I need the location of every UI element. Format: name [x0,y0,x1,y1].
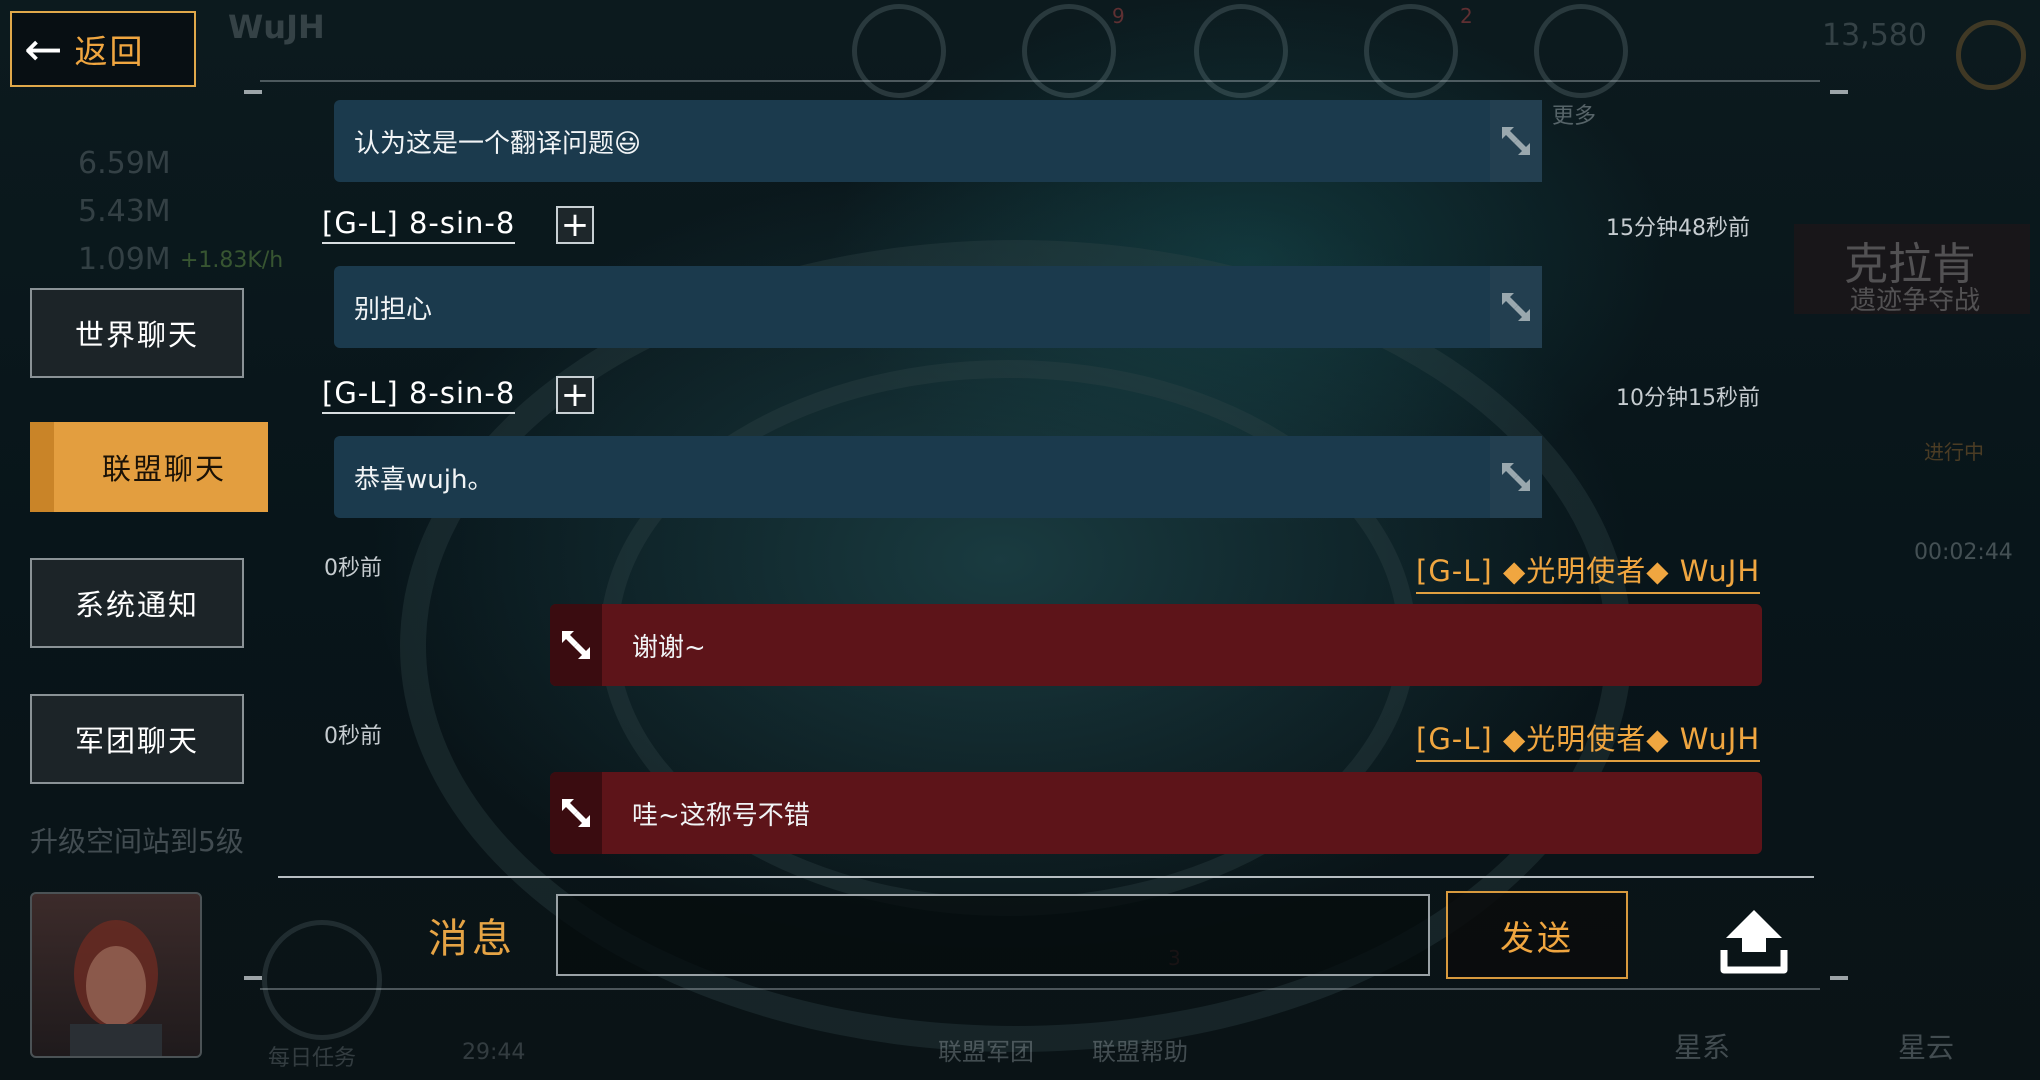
daily-tasks-label: 每日任务 [268,1046,357,1071]
add-friend-button[interactable]: + [556,206,594,244]
chat-message-incoming: 别担心 [334,266,1542,348]
tab-world-chat[interactable]: 世界聊天 [30,288,244,378]
commander-avatar[interactable] [30,892,202,1058]
chat-bottom-border [260,988,1820,990]
alliance-legion-label[interactable]: 联盟军团 [938,1032,1034,1067]
tab-system-notice[interactable]: 系统通知 [30,558,244,648]
message-time: 10分钟15秒前 [1616,386,1760,411]
message-input[interactable] [556,894,1430,976]
back-button[interactable]: ← 返回 [10,11,196,87]
tab-label: 系统通知 [74,588,199,622]
back-arrow-icon: ← [24,22,63,76]
message-time: 0秒前 [324,556,382,581]
home-port-nav-icon[interactable] [1194,4,1288,98]
add-friend-button[interactable]: + [556,376,594,414]
input-divider [278,876,1814,878]
tab-label: 世界聊天 [74,318,199,352]
daily-tasks-icon[interactable] [262,920,382,1040]
active-tab-stripe [30,422,54,512]
event-status: 进行中 [1924,440,1984,464]
tab-legion-chat[interactable]: 军团聊天 [30,694,244,784]
translate-icon [562,799,590,827]
items-badge: 9 [1112,4,1125,28]
resource-rate: +1.83K/h [180,248,284,273]
chat-message-incoming: 恭喜wujh。 [334,436,1542,518]
message-time: 0秒前 [324,724,382,749]
sender-name-self[interactable]: [G-L] ◆光明使者◆ WuJH [1416,716,1761,762]
upgrade-hint: 升级空间站到5级 [30,825,244,858]
chat-message-outgoing: 哇~这称号不错 [550,772,1762,854]
mail-badge: 2 [1460,4,1473,28]
items-nav-icon[interactable] [1022,4,1116,98]
chat-message-incoming: 认为这是一个翻译问题😃 [334,100,1542,182]
resource-value-2: 5.43M [78,194,171,229]
translate-icon [562,631,590,659]
translate-button[interactable] [1490,436,1542,518]
more-nav-icon[interactable] [1534,4,1628,98]
tab-label: 联盟聊天 [101,452,226,486]
alliance-help-label[interactable]: 联盟帮助 [1092,1032,1188,1067]
mail-nav-icon[interactable] [1364,4,1458,98]
message-label: 消息 [428,916,516,962]
player-name: WuJH [228,8,325,46]
tab-label: 军团聊天 [74,724,199,758]
sender-name-self[interactable]: [G-L] ◆光明使者◆ WuJH [1416,548,1761,594]
alliance-nav-icon[interactable] [852,4,946,98]
sender-name[interactable]: [G-L] 8-sin-8 [322,206,516,244]
frame-corner [244,90,262,94]
chat-message-outgoing: 谢谢~ [550,604,1762,686]
event-subtitle: 遗迹争夺战 [1850,286,1981,316]
translate-button[interactable] [550,604,602,686]
frame-corner [244,976,262,980]
message-time: 15分钟48秒前 [1606,216,1750,241]
message-text: 别担心 [354,294,433,325]
nebula-label[interactable]: 星云 [1898,1026,1954,1066]
translate-icon [1502,463,1530,491]
gift-timer: 29:44 [462,1040,526,1065]
message-text: 恭喜wujh。 [354,464,494,495]
frame-corner [1830,976,1848,980]
coin-count: 13,580 [1822,18,1927,53]
nav-label-more: 更多 [1552,104,1597,129]
message-text: 谢谢~ [632,632,706,663]
translate-button[interactable] [550,772,602,854]
tab-alliance-chat[interactable]: 联盟聊天 [30,422,268,512]
message-text: 哇~这称号不错 [632,800,810,831]
sender-name[interactable]: [G-L] 8-sin-8 [322,376,516,414]
translate-button[interactable] [1490,266,1542,348]
send-button[interactable]: 发送 [1446,891,1628,979]
resource-value-1: 6.59M [78,146,171,181]
translate-button[interactable] [1490,100,1542,182]
translate-icon [1502,293,1530,321]
galaxy-label[interactable]: 星系 [1674,1026,1730,1066]
upload-button[interactable] [1718,906,1790,976]
frame-corner [1830,90,1848,94]
coin-icon [1956,20,2026,90]
translate-icon [1502,127,1530,155]
back-label: 返回 [74,32,145,71]
upload-icon [1720,910,1788,974]
chat-top-border [260,80,1820,82]
resource-value-3: 1.09M [78,242,171,277]
message-text: 认为这是一个翻译问题😃 [354,128,642,159]
event-timer: 00:02:44 [1914,540,2013,565]
